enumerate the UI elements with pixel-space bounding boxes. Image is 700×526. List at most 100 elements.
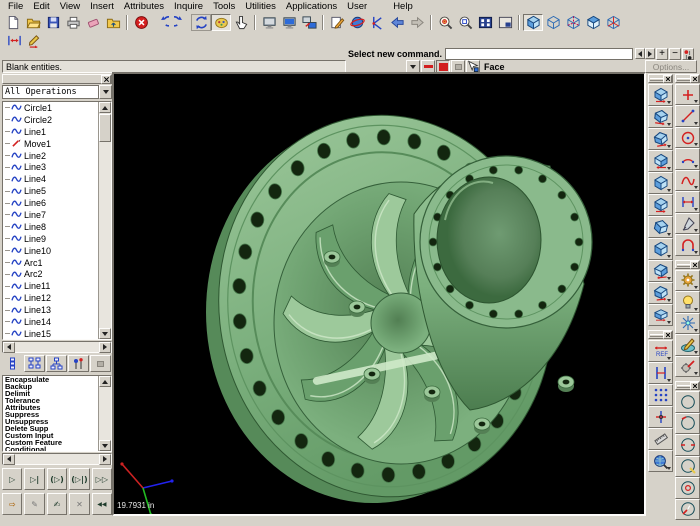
scroll-left-icon[interactable]	[3, 454, 15, 465]
tree-view-icon[interactable]	[24, 355, 45, 372]
play-fast-button[interactable]: ▷▷	[92, 468, 112, 490]
pattern-h-icon[interactable]	[648, 362, 673, 384]
zoom-window-icon[interactable]	[455, 14, 475, 31]
menu-tools[interactable]: Tools	[208, 1, 240, 12]
menu-view[interactable]: View	[55, 1, 85, 12]
view-rotate-icon[interactable]	[675, 391, 700, 413]
line-icon[interactable]	[675, 105, 700, 127]
insert-here-button[interactable]: ✍	[47, 493, 67, 515]
tool-mesh-icon[interactable]	[675, 313, 700, 335]
list-item[interactable]: Line14	[3, 316, 111, 328]
arc-icon[interactable]	[675, 148, 700, 170]
circle-icon[interactable]	[675, 127, 700, 149]
view-front-icon[interactable]	[675, 477, 700, 499]
folder-up-icon[interactable]	[103, 14, 123, 31]
draft-icon[interactable]	[648, 216, 673, 238]
list-item[interactable]: Line6	[3, 197, 111, 209]
history-dots-icon[interactable]	[68, 355, 89, 372]
list-item[interactable]: Arc2	[3, 268, 111, 280]
delete-button[interactable]: ✕	[69, 493, 89, 515]
operations-filter-value[interactable]: All Operations	[2, 85, 99, 99]
globe-zoom-icon[interactable]	[648, 450, 673, 472]
list-item[interactable]: Line7	[3, 209, 111, 221]
history-panel-titlebar[interactable]	[2, 74, 112, 84]
list-item[interactable]: Line12	[3, 292, 111, 304]
spline-icon[interactable]	[675, 170, 700, 192]
list-item[interactable]: Line8	[3, 221, 111, 233]
list-view-icon[interactable]	[2, 355, 23, 372]
command-next-icon[interactable]	[645, 48, 655, 59]
play-stop-to-button[interactable]: (▷|)	[69, 468, 89, 490]
menu-inquire[interactable]: Inquire	[169, 1, 208, 12]
list-item[interactable]: Circle1	[3, 102, 111, 114]
close-icon[interactable]	[690, 261, 699, 269]
graphics-viewport[interactable]: 19.7931 in	[112, 72, 646, 516]
scroll-right-icon[interactable]	[99, 342, 111, 353]
scroll-left-icon[interactable]	[3, 342, 15, 353]
redo-icon[interactable]	[171, 14, 191, 31]
list-item[interactable]: Line10	[3, 245, 111, 257]
ruler-icon[interactable]	[648, 428, 673, 450]
plate-icon[interactable]	[648, 304, 673, 326]
play-to-button[interactable]: ▷|	[24, 468, 44, 490]
curve-tool-icon[interactable]	[367, 14, 387, 31]
menu-help[interactable]: Help	[388, 1, 418, 12]
dot-grid-icon[interactable]	[648, 384, 673, 406]
toolbar-titlebar[interactable]	[648, 74, 673, 83]
tool-gear-icon[interactable]	[675, 270, 700, 292]
scroll-thumb[interactable]	[99, 114, 111, 142]
view-iso-icon[interactable]	[675, 499, 700, 521]
resume-button[interactable]: ⇨	[2, 493, 22, 515]
monitor-link-icon[interactable]	[299, 14, 319, 31]
pattern-icon[interactable]	[648, 194, 673, 216]
play-button[interactable]: ▷	[2, 468, 22, 490]
new-icon[interactable]	[3, 14, 23, 31]
list-item[interactable]: Circle2	[3, 114, 111, 126]
cube-section-icon[interactable]	[583, 14, 603, 31]
command-input[interactable]	[445, 48, 633, 60]
monitor-icon[interactable]	[259, 14, 279, 31]
menu-utilities[interactable]: Utilities	[240, 1, 281, 12]
history-scrollbar[interactable]	[98, 102, 111, 339]
close-icon[interactable]	[690, 382, 699, 390]
web-globe-icon[interactable]	[347, 14, 367, 31]
tool-gear-edit-icon[interactable]	[675, 356, 700, 378]
command-prev-icon[interactable]	[635, 48, 645, 59]
scroll-up-icon[interactable]	[99, 376, 111, 387]
revolve-icon[interactable]	[648, 106, 673, 128]
scroll-down-icon[interactable]	[99, 440, 111, 451]
toolbar-titlebar[interactable]	[675, 74, 700, 83]
laminate-icon[interactable]	[648, 282, 673, 304]
cube-hidden-icon[interactable]	[563, 14, 583, 31]
axis-icon[interactable]	[648, 406, 673, 428]
menu-file[interactable]: File	[3, 1, 28, 12]
list-item[interactable]: Line15	[3, 328, 111, 340]
ref-dimension-icon[interactable]	[648, 340, 673, 362]
list-item[interactable]: Move1	[3, 138, 111, 150]
block-icon[interactable]	[648, 238, 673, 260]
save-icon[interactable]	[43, 14, 63, 31]
list-item[interactable]: Line3	[3, 161, 111, 173]
shell-icon[interactable]	[648, 172, 673, 194]
erase-icon[interactable]	[83, 14, 103, 31]
pick-icon[interactable]	[231, 14, 251, 31]
tool-pen-icon[interactable]	[675, 334, 700, 356]
zoom-fit-icon[interactable]	[475, 14, 495, 31]
feature-scrollbar[interactable]	[98, 376, 111, 451]
list-item[interactable]: Arc1	[3, 257, 111, 269]
regen-icon[interactable]	[191, 14, 211, 31]
view-spin-icon[interactable]	[675, 413, 700, 435]
cube-wireframe-icon[interactable]	[543, 14, 563, 31]
render-icon[interactable]	[211, 14, 231, 31]
monitor-shaded-icon[interactable]	[279, 14, 299, 31]
org-view-icon[interactable]	[46, 355, 67, 372]
view-forward-icon[interactable]	[407, 14, 427, 31]
play-stop-button[interactable]: (▷)	[47, 468, 67, 490]
scroll-up-icon[interactable]	[99, 102, 111, 113]
view-pan-icon[interactable]	[675, 434, 700, 456]
zoom-small-icon[interactable]	[495, 14, 515, 31]
chevron-down-icon[interactable]	[99, 85, 112, 99]
hatch-icon[interactable]	[675, 213, 700, 235]
list-item[interactable]: Line13	[3, 304, 111, 316]
rib-icon[interactable]	[648, 260, 673, 282]
